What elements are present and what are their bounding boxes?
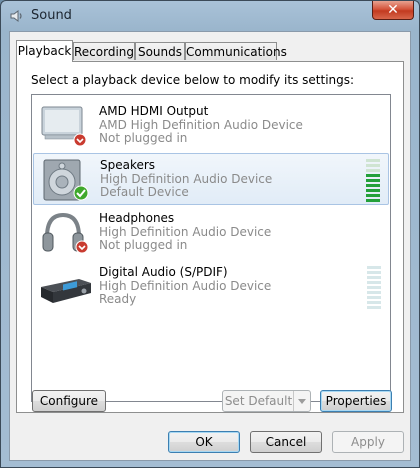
device-name: Digital Audio (S/PDIF): [99, 265, 228, 279]
device-name: Speakers: [100, 158, 156, 172]
device-description: High Definition Audio Device: [100, 172, 273, 186]
cancel-button[interactable]: Cancel: [250, 431, 322, 453]
tab-communications[interactable]: Communications: [185, 42, 287, 60]
device-item-speakers[interactable]: Speakers High Definition Audio Device De…: [33, 153, 389, 205]
device-item-headphones[interactable]: Headphones High Definition Audio Device …: [33, 207, 389, 259]
device-description: High Definition Audio Device: [99, 225, 272, 239]
device-description: AMD High Definition Audio Device: [99, 118, 303, 132]
device-status: Default Device: [100, 185, 189, 199]
device-name: AMD HDMI Output: [99, 104, 209, 118]
ok-button[interactable]: OK: [168, 431, 240, 453]
properties-button[interactable]: Properties: [320, 390, 392, 412]
playback-panel: Select a playback device below to modify…: [16, 61, 404, 413]
monitor-icon: [41, 106, 87, 147]
apply-button[interactable]: Apply: [332, 431, 404, 453]
volume-meter: [367, 266, 381, 309]
tab-sounds[interactable]: Sounds: [135, 42, 185, 60]
chevron-down-icon[interactable]: [293, 391, 310, 411]
dialog-client: Playback Recording Sounds Communications…: [9, 31, 411, 461]
sound-window: Sound ✕ Playback Recording Sounds Commun…: [0, 0, 420, 468]
title-bar[interactable]: Sound ✕: [1, 1, 419, 31]
window-title: Sound: [31, 8, 72, 23]
device-list[interactable]: AMD HDMI Output AMD High Definition Audi…: [31, 94, 391, 402]
set-default-button[interactable]: Set Default: [222, 390, 311, 412]
tab-recording[interactable]: Recording: [73, 42, 135, 60]
close-icon: ✕: [387, 2, 399, 18]
volume-meter: [366, 159, 380, 202]
close-button[interactable]: ✕: [372, 1, 414, 20]
instruction-text: Select a playback device below to modify…: [31, 73, 355, 87]
sound-app-icon: [10, 10, 22, 22]
configure-button[interactable]: Configure: [32, 390, 106, 412]
device-status: Not plugged in: [99, 238, 188, 252]
headphones-icon: [42, 212, 89, 254]
device-status: Not plugged in: [99, 131, 188, 145]
speaker-icon: [43, 159, 89, 201]
device-name: Headphones: [99, 211, 175, 225]
device-item-spdif[interactable]: Digital Audio (S/PDIF) High Definition A…: [33, 261, 389, 313]
spdif-receiver-icon: [41, 279, 91, 303]
device-status: Ready: [99, 292, 137, 306]
tab-playback[interactable]: Playback: [16, 40, 73, 62]
device-item-hdmi[interactable]: AMD HDMI Output AMD High Definition Audi…: [33, 100, 389, 152]
device-description: High Definition Audio Device: [99, 279, 272, 293]
